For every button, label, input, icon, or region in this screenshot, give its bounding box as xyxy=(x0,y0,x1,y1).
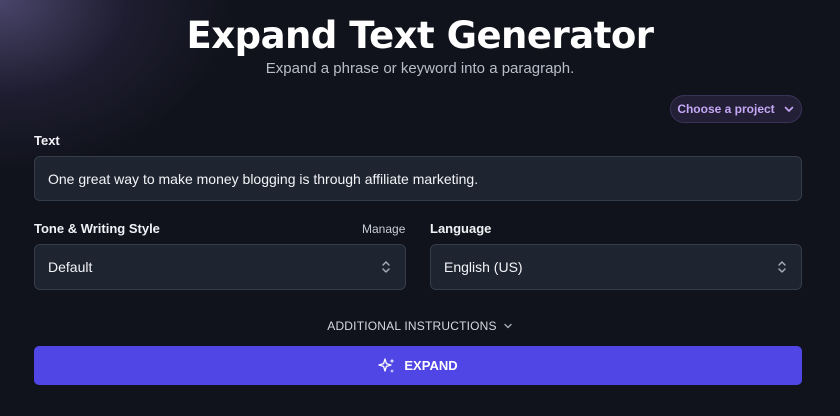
manage-tones-link[interactable]: Manage xyxy=(362,222,405,236)
tone-label: Tone & Writing Style xyxy=(34,221,160,236)
expand-button-label: EXPAND xyxy=(404,358,458,373)
tone-select[interactable]: Default xyxy=(34,244,406,290)
additional-instructions-label: ADDITIONAL INSTRUCTIONS xyxy=(327,319,497,333)
text-input[interactable]: One great way to make money blogging is … xyxy=(34,156,802,201)
language-label: Language xyxy=(430,221,492,236)
chevron-down-icon xyxy=(784,106,793,112)
sparkles-icon xyxy=(378,357,395,373)
choose-project-label: Choose a project xyxy=(677,102,775,116)
chevron-down-icon xyxy=(504,323,512,329)
text-field-label: Text xyxy=(34,133,60,148)
choose-project-button[interactable]: Choose a project xyxy=(670,95,802,123)
additional-instructions-toggle[interactable]: ADDITIONAL INSTRUCTIONS xyxy=(0,319,840,333)
select-arrows-icon xyxy=(382,261,390,273)
page-title: Expand Text Generator xyxy=(186,14,654,57)
language-select-value: English (US) xyxy=(444,259,523,275)
language-select[interactable]: English (US) xyxy=(430,244,802,290)
select-arrows-icon xyxy=(778,261,786,273)
tone-select-value: Default xyxy=(48,259,93,275)
expand-text-generator-page: Expand Text Generator Expand a phrase or… xyxy=(0,0,840,416)
page-subtitle: Expand a phrase or keyword into a paragr… xyxy=(265,60,575,77)
expand-button[interactable]: EXPAND xyxy=(34,346,802,385)
text-input-value: One great way to make money blogging is … xyxy=(48,170,479,187)
